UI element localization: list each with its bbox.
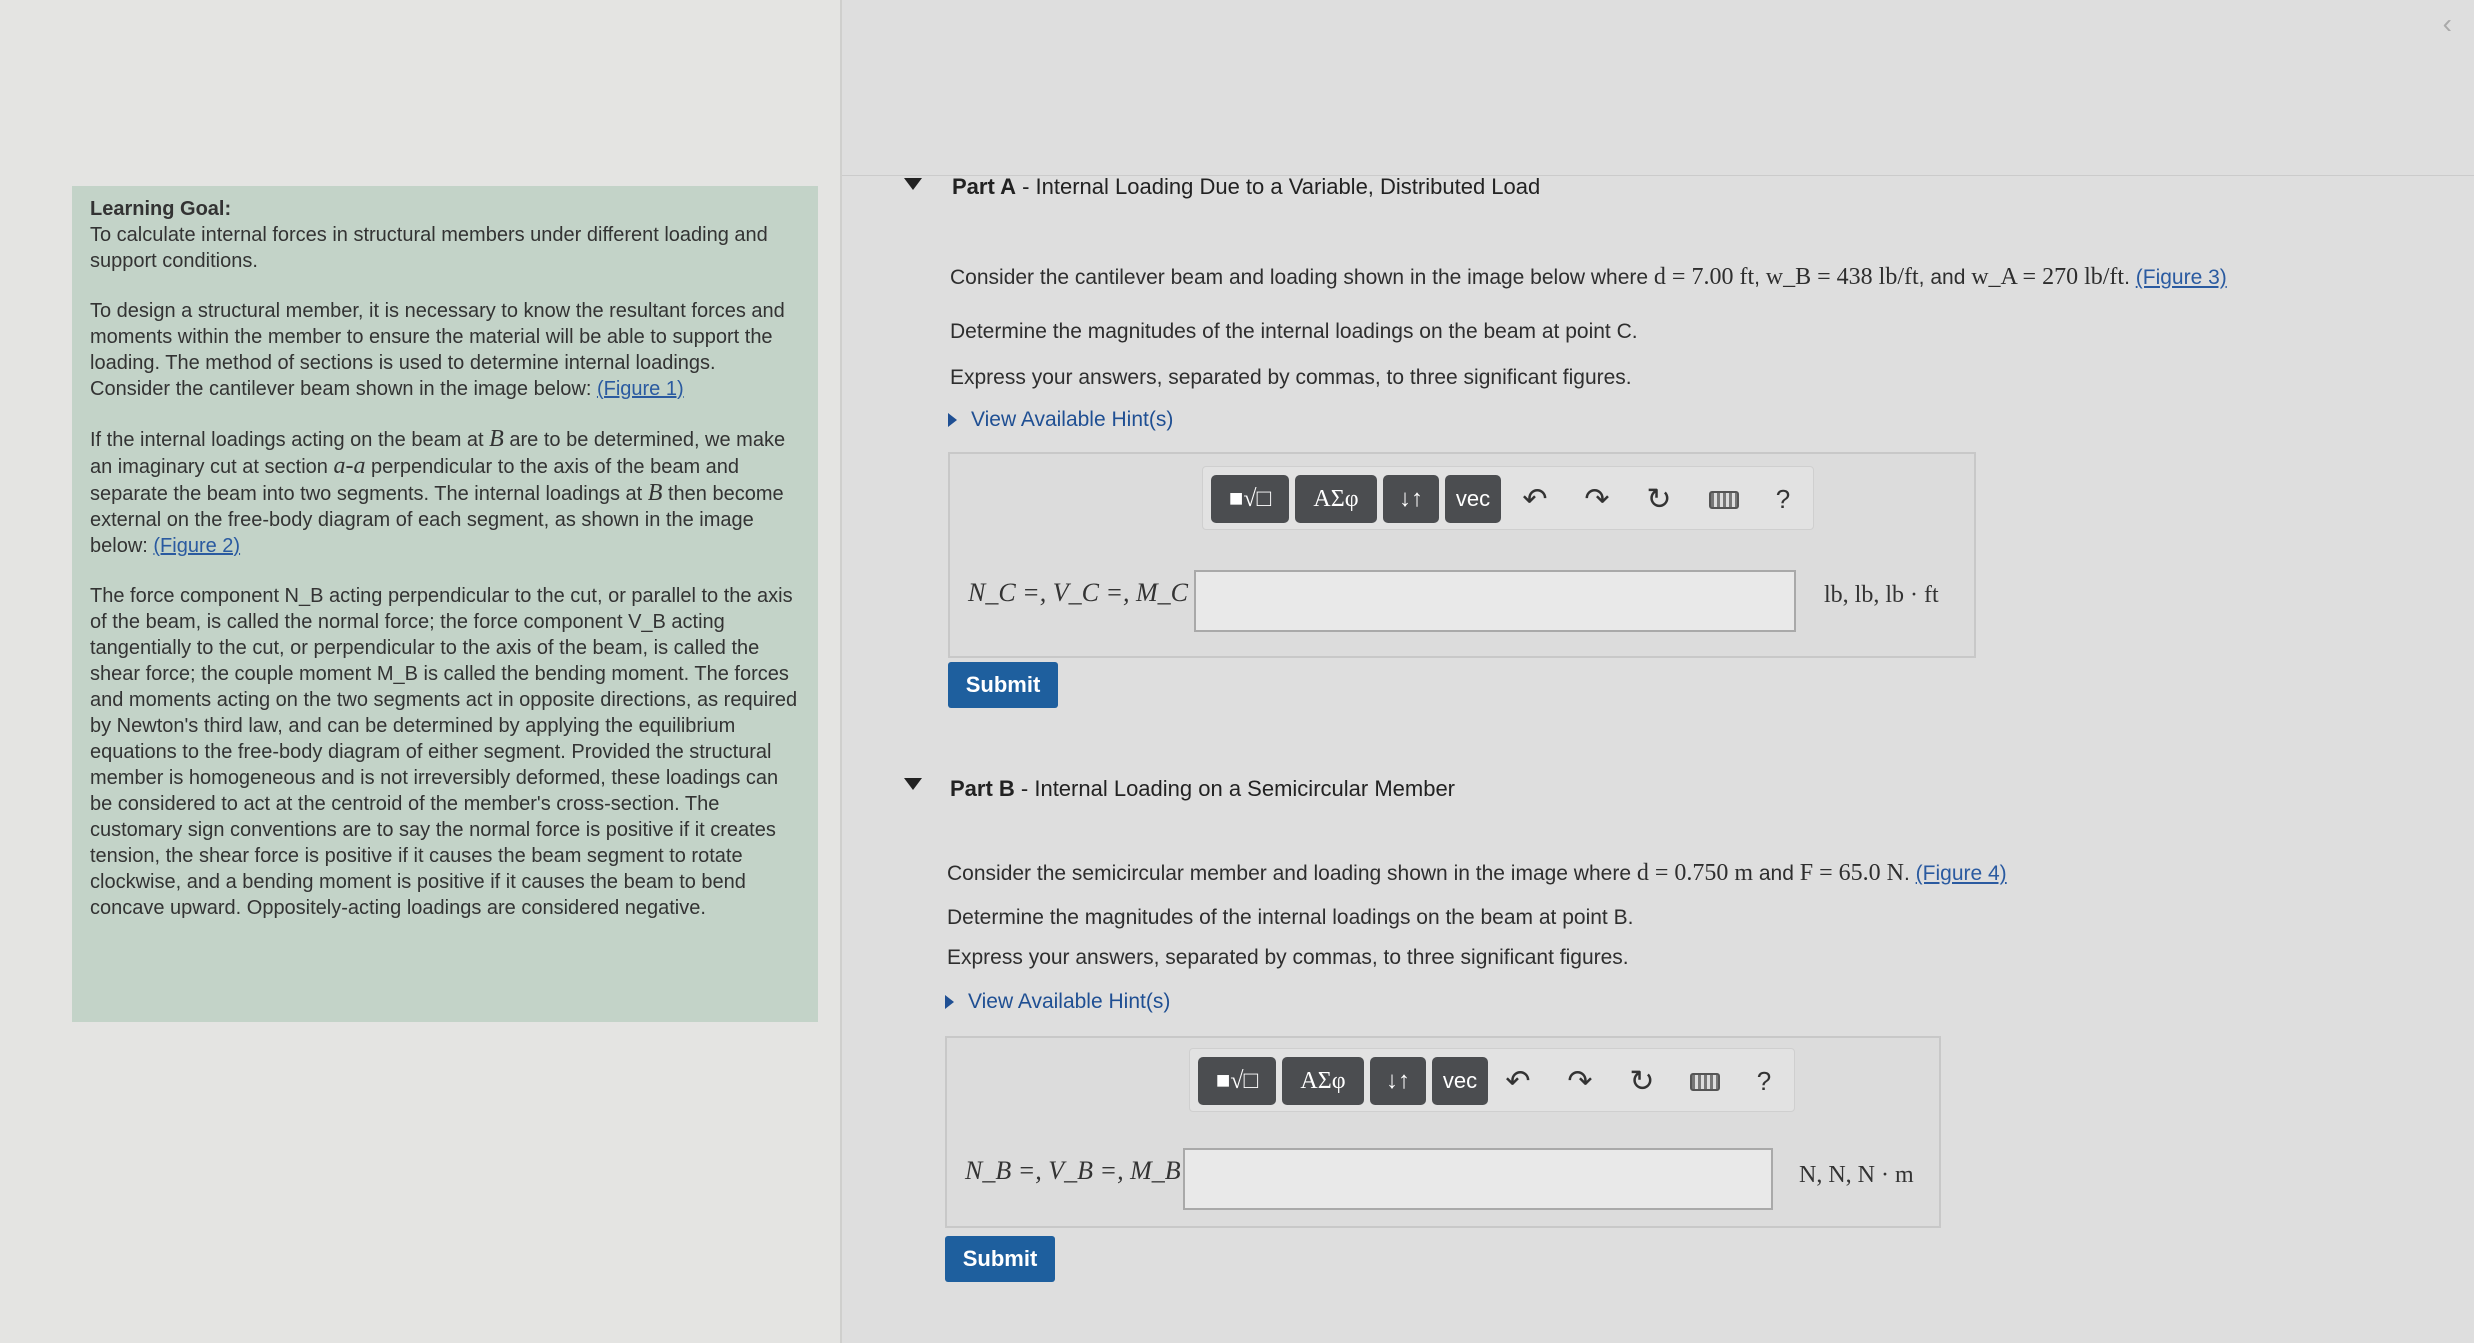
subscript-superscript-button[interactable]: ↓↑ <box>1370 1057 1426 1105</box>
part-b-line1-text: Consider the semicircular member and loa… <box>947 862 1637 885</box>
part-b-answer-label: N_B =, V_B =, M_B = <box>965 1156 1205 1185</box>
part-b-f-value: F = 65.0 N <box>1799 860 1904 886</box>
figure-3-link[interactable]: (Figure 3) <box>2136 266 2227 289</box>
part-b-label: Part B <box>950 776 1015 801</box>
learning-goal-p1: To design a structural member, it is nec… <box>90 298 800 402</box>
figure-1-link[interactable]: (Figure 1) <box>597 378 684 400</box>
part-b-instructions: Express your answers, separated by comma… <box>947 946 1629 969</box>
part-b-question: Determine the magnitudes of the internal… <box>947 906 1634 929</box>
part-b-statement: Consider the semicircular member and loa… <box>947 860 2007 886</box>
learning-goal-p3: The force component N_B acting perpendic… <box>90 585 798 919</box>
vector-button[interactable]: vec <box>1432 1057 1488 1105</box>
p2-section: a-a <box>333 453 366 479</box>
part-a-title-text: - Internal Loading Due to a Variable, Di… <box>1015 174 1541 199</box>
part-b-d-value: d = 0.750 m <box>1636 860 1754 886</box>
part-a-d-value: d = 7.00 ft <box>1653 264 1755 290</box>
part-b-collapse-icon[interactable] <box>904 778 922 790</box>
greek-symbols-button[interactable]: ΑΣφ <box>1282 1057 1364 1105</box>
part-a-wb-value: w_B = 438 lb/ft <box>1765 264 1919 290</box>
templates-button[interactable]: ■√□ <box>1198 1057 1276 1105</box>
part-a-answer-label: N_C =, V_C =, M_C = <box>968 578 1213 607</box>
part-b-math-toolbar: ■√□ ΑΣφ ↓↑ vec ↶ ↷ ↻ ? <box>1189 1048 1795 1112</box>
help-icon[interactable]: ? <box>1763 479 1803 519</box>
part-a-collapse-icon[interactable] <box>904 178 922 190</box>
caret-right-icon <box>948 413 957 428</box>
part-b-and: and <box>1753 862 1800 885</box>
help-icon[interactable]: ? <box>1744 1061 1784 1101</box>
part-b-title-text: - Internal Loading on a Semicircular Mem… <box>1014 776 1456 801</box>
part-a-units: lb, lb, lb · ft <box>1824 582 1939 608</box>
part-a-line1-text: Consider the cantilever beam and loading… <box>950 266 1654 289</box>
learning-goal-p2: If the internal loadings acting on the b… <box>90 426 800 559</box>
greek-symbols-button[interactable]: ΑΣφ <box>1295 475 1377 523</box>
caret-right-icon <box>945 995 954 1010</box>
learning-goal-box: Learning Goal: To calculate internal for… <box>72 186 818 1022</box>
part-b-submit-button[interactable]: Submit <box>945 1236 1055 1282</box>
part-a-hint-link[interactable]: View Available Hint(s) <box>948 408 1173 432</box>
part-a-answer-input[interactable] <box>1194 570 1796 632</box>
part-a-math-toolbar: ■√□ ΑΣφ ↓↑ vec ↶ ↷ ↻ ? <box>1202 466 1814 530</box>
part-a-instructions: Express your answers, separated by comma… <box>950 366 1632 389</box>
part-b-title: Part B - Internal Loading on a Semicircu… <box>950 776 1455 802</box>
undo-icon[interactable]: ↶ <box>1498 1061 1538 1101</box>
part-a-answer-box: ■√□ ΑΣφ ↓↑ vec ↶ ↷ ↻ ? N_C =, V_C =, M_C… <box>948 452 1976 658</box>
p2-text-a: If the internal loadings acting on the b… <box>90 429 490 451</box>
header-area <box>842 0 2474 176</box>
reset-icon[interactable]: ↻ <box>1622 1061 1662 1101</box>
part-b-answer-box: ■√□ ΑΣφ ↓↑ vec ↶ ↷ ↻ ? N_B =, V_B =, M_B… <box>945 1036 1941 1228</box>
part-b-units: N, N, N · m <box>1799 1162 1914 1188</box>
part-b-answer-input[interactable] <box>1183 1148 1773 1210</box>
reset-icon[interactable]: ↻ <box>1639 479 1679 519</box>
chevron-left-icon[interactable]: ‹ <box>2443 8 2452 40</box>
templates-button[interactable]: ■√□ <box>1211 475 1289 523</box>
p2-point-b: B <box>489 426 504 452</box>
part-a-hint-text: View Available Hint(s) <box>971 408 1174 431</box>
vector-button[interactable]: vec <box>1445 475 1501 523</box>
undo-icon[interactable]: ↶ <box>1515 479 1555 519</box>
part-a-submit-button[interactable]: Submit <box>948 662 1058 708</box>
part-b-hint-text: View Available Hint(s) <box>968 990 1171 1013</box>
part-a-wa-value: w_A = 270 lb/ft <box>1971 264 2125 290</box>
redo-icon[interactable]: ↷ <box>1560 1061 1600 1101</box>
figure-2-link[interactable]: (Figure 2) <box>153 535 240 557</box>
part-a-label: Part A <box>952 174 1016 199</box>
keyboard-icon[interactable] <box>1690 1073 1720 1091</box>
part-b-hint-link[interactable]: View Available Hint(s) <box>945 990 1170 1014</box>
learning-goal-objective: To calculate internal forces in structur… <box>90 224 768 272</box>
p2-point-b2: B <box>647 480 663 506</box>
figure-4-link[interactable]: (Figure 4) <box>1916 862 2007 885</box>
part-a-statement: Consider the cantilever beam and loading… <box>950 264 2227 290</box>
keyboard-icon[interactable] <box>1709 491 1739 509</box>
subscript-superscript-button[interactable]: ↓↑ <box>1383 475 1439 523</box>
learning-goal-intro: Learning Goal: To calculate internal for… <box>90 196 800 274</box>
part-a-question: Determine the magnitudes of the internal… <box>950 320 1638 343</box>
learning-goal-title: Learning Goal: <box>90 198 232 220</box>
part-a-title: Part A - Internal Loading Due to a Varia… <box>952 174 1540 200</box>
redo-icon[interactable]: ↷ <box>1577 479 1617 519</box>
part-a-and: , and <box>1918 266 1972 289</box>
